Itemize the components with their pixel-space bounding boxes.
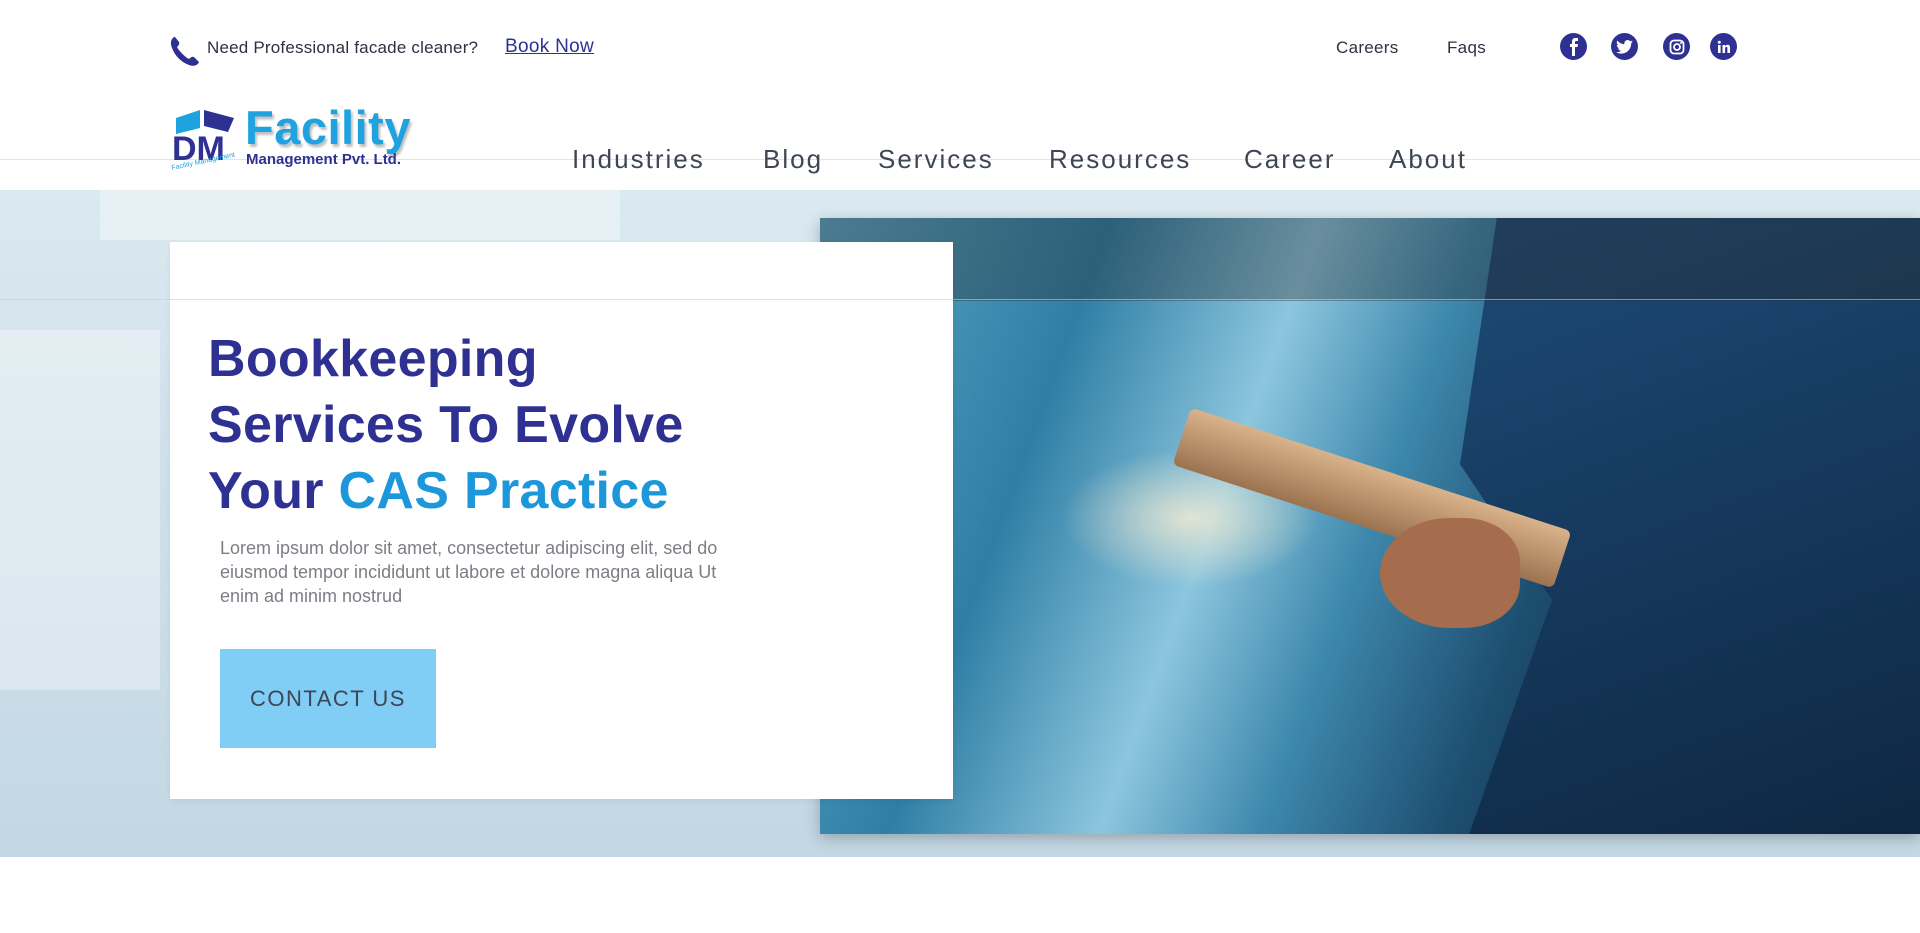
company-logo[interactable]: DM Facility Management Facility Manageme… bbox=[170, 100, 430, 172]
hero-title: Bookkeeping Services To Evolve Your CAS … bbox=[208, 326, 768, 524]
nav-about[interactable]: About bbox=[1389, 144, 1467, 175]
background-shelf bbox=[0, 330, 160, 690]
nav-industries[interactable]: Industries bbox=[572, 144, 705, 175]
hero-title-line3: Your bbox=[208, 462, 339, 520]
instagram-icon[interactable] bbox=[1663, 33, 1690, 60]
phone-icon bbox=[170, 37, 199, 66]
logo-mark-icon: DM Facility Management bbox=[171, 110, 236, 172]
top-bar: Need Professional facade cleaner? Book N… bbox=[0, 0, 1920, 95]
hero-title-line1: Bookkeeping bbox=[208, 330, 538, 388]
twitter-icon[interactable] bbox=[1611, 33, 1638, 60]
logo-wordmark: Facility bbox=[245, 101, 411, 154]
hero-image bbox=[820, 218, 1920, 834]
careers-link[interactable]: Careers bbox=[1336, 38, 1399, 58]
hero-title-accent: CAS Practice bbox=[338, 462, 669, 520]
nav-resources[interactable]: Resources bbox=[1049, 144, 1191, 175]
book-now-link[interactable]: Book Now bbox=[505, 36, 594, 58]
faqs-link[interactable]: Faqs bbox=[1447, 38, 1486, 58]
hero-divider bbox=[0, 299, 1920, 300]
image-overlay-band bbox=[820, 218, 1920, 301]
contact-us-button[interactable]: CONTACT US bbox=[220, 649, 436, 748]
nav-services[interactable]: Services bbox=[878, 144, 994, 175]
hero-section: Bookkeeping Services To Evolve Your CAS … bbox=[0, 190, 1920, 857]
nav-blog[interactable]: Blog bbox=[763, 144, 823, 175]
linkedin-icon[interactable] bbox=[1710, 33, 1737, 60]
hero-title-line2: Services To Evolve bbox=[208, 396, 684, 454]
background-shelf bbox=[100, 190, 620, 240]
hero-description: Lorem ipsum dolor sit amet, consectetur … bbox=[220, 538, 718, 606]
promo-text: Need Professional facade cleaner? bbox=[207, 38, 479, 57]
hand-figure bbox=[1380, 518, 1520, 628]
hero-card: Bookkeeping Services To Evolve Your CAS … bbox=[170, 242, 953, 799]
facebook-icon[interactable] bbox=[1560, 33, 1587, 60]
nav-career[interactable]: Career bbox=[1244, 144, 1335, 175]
logo-subtitle: Management Pvt. Ltd. bbox=[246, 151, 402, 168]
